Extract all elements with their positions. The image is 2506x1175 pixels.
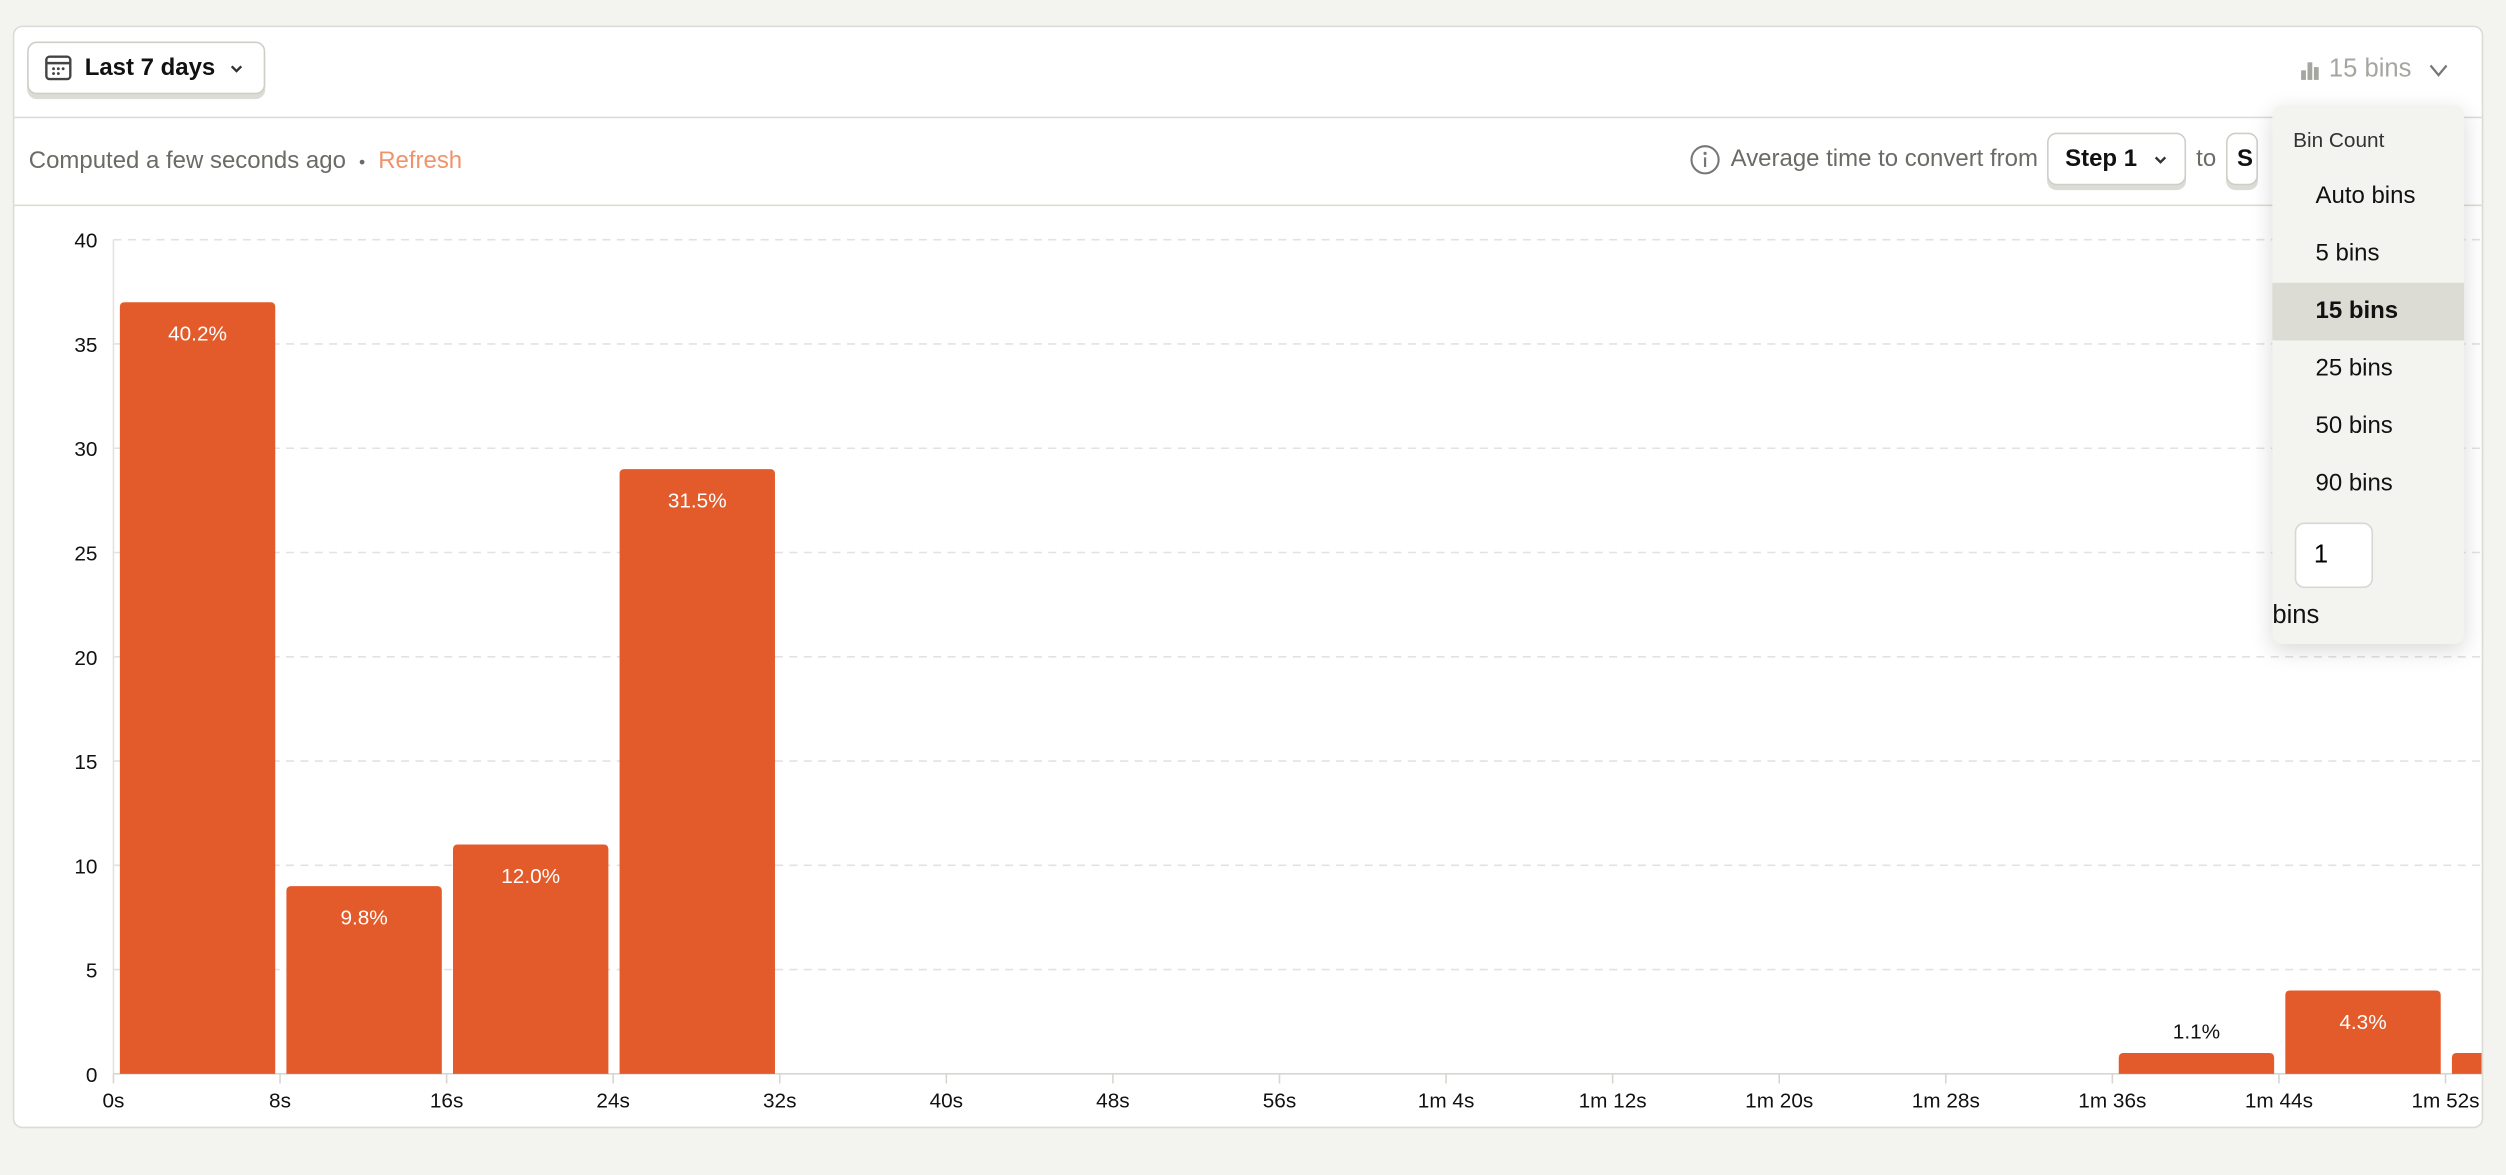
x-tick-label: 1m 28s (1912, 1089, 1980, 1112)
custom-bin-count-input[interactable] (2294, 522, 2374, 589)
bin-option[interactable]: 25 bins (2272, 340, 2464, 398)
x-tick-label: 1m 12s (1579, 1089, 1647, 1112)
x-tick-label: 32s (763, 1089, 796, 1112)
y-tick-label: 40 (74, 230, 97, 253)
y-tick-label: 35 (74, 334, 97, 357)
y-tick-label: 5 (86, 960, 98, 983)
x-tick-label: 1m 36s (2078, 1089, 2146, 1112)
x-tick-label: 0s (102, 1089, 124, 1112)
y-tick-label: 15 (74, 751, 97, 774)
x-tick-label: 56s (1263, 1089, 1296, 1112)
bar-percent-label: 12.0% (501, 865, 560, 888)
y-tick-label: 10 (74, 855, 97, 878)
bar-percent-label: 31.5% (668, 489, 727, 512)
bin-count-dropdown: Bin Count Auto bins 5 bins 15 bins 25 bins 5… (2272, 105, 2465, 644)
dropdown-title: Bin Count (2293, 127, 2385, 152)
bin-option[interactable]: 50 bins (2272, 398, 2464, 456)
bin-option[interactable]: 15 bins (2272, 282, 2465, 341)
x-tick-label: 1m 4s (1418, 1089, 1475, 1112)
y-tick-label: 0 (86, 1064, 98, 1087)
x-tick-label: 1m 20s (1745, 1089, 1813, 1112)
bar-percent-label: 40.2% (168, 323, 227, 346)
x-tick-label: 16s (430, 1089, 463, 1112)
y-tick-label: 20 (74, 647, 97, 670)
bar-percent-label: 1.1% (2173, 1021, 2220, 1044)
x-tick-label: 1m 44s (2245, 1089, 2313, 1112)
funnel-histogram-card: Last 7 days 15 bins Computed a few secon… (12, 25, 2484, 1129)
x-tick-label: 24s (596, 1089, 629, 1112)
histogram-chart: 0 5 10 15 20 25 30 35 40 0s 8s 16s 24s 32s 40s 48s 56s 1m… (74, 230, 2482, 1112)
bin-option[interactable]: 90 bins (2272, 455, 2464, 513)
histogram-bar (2118, 1053, 2275, 1074)
bar-percent-label: 9.8% (340, 907, 387, 930)
x-tick-label: 8s (269, 1089, 291, 1112)
bar-percent-label: 4.3% (2339, 1011, 2386, 1034)
y-tick-label: 30 (74, 438, 97, 461)
histogram-bar (2451, 1053, 2482, 1074)
bin-option[interactable]: Auto bins (2272, 168, 2464, 226)
histogram-bar (619, 469, 775, 1074)
x-tick-label: 48s (1096, 1089, 1129, 1112)
x-tick-label: 40s (930, 1089, 963, 1112)
histogram-bar (119, 302, 276, 1074)
x-tick-label: 1m 52s (2411, 1089, 2479, 1112)
bin-option[interactable]: 5 bins (2272, 225, 2464, 283)
y-tick-label: 25 (74, 542, 97, 565)
custom-bin-unit: bins (2272, 602, 2320, 630)
